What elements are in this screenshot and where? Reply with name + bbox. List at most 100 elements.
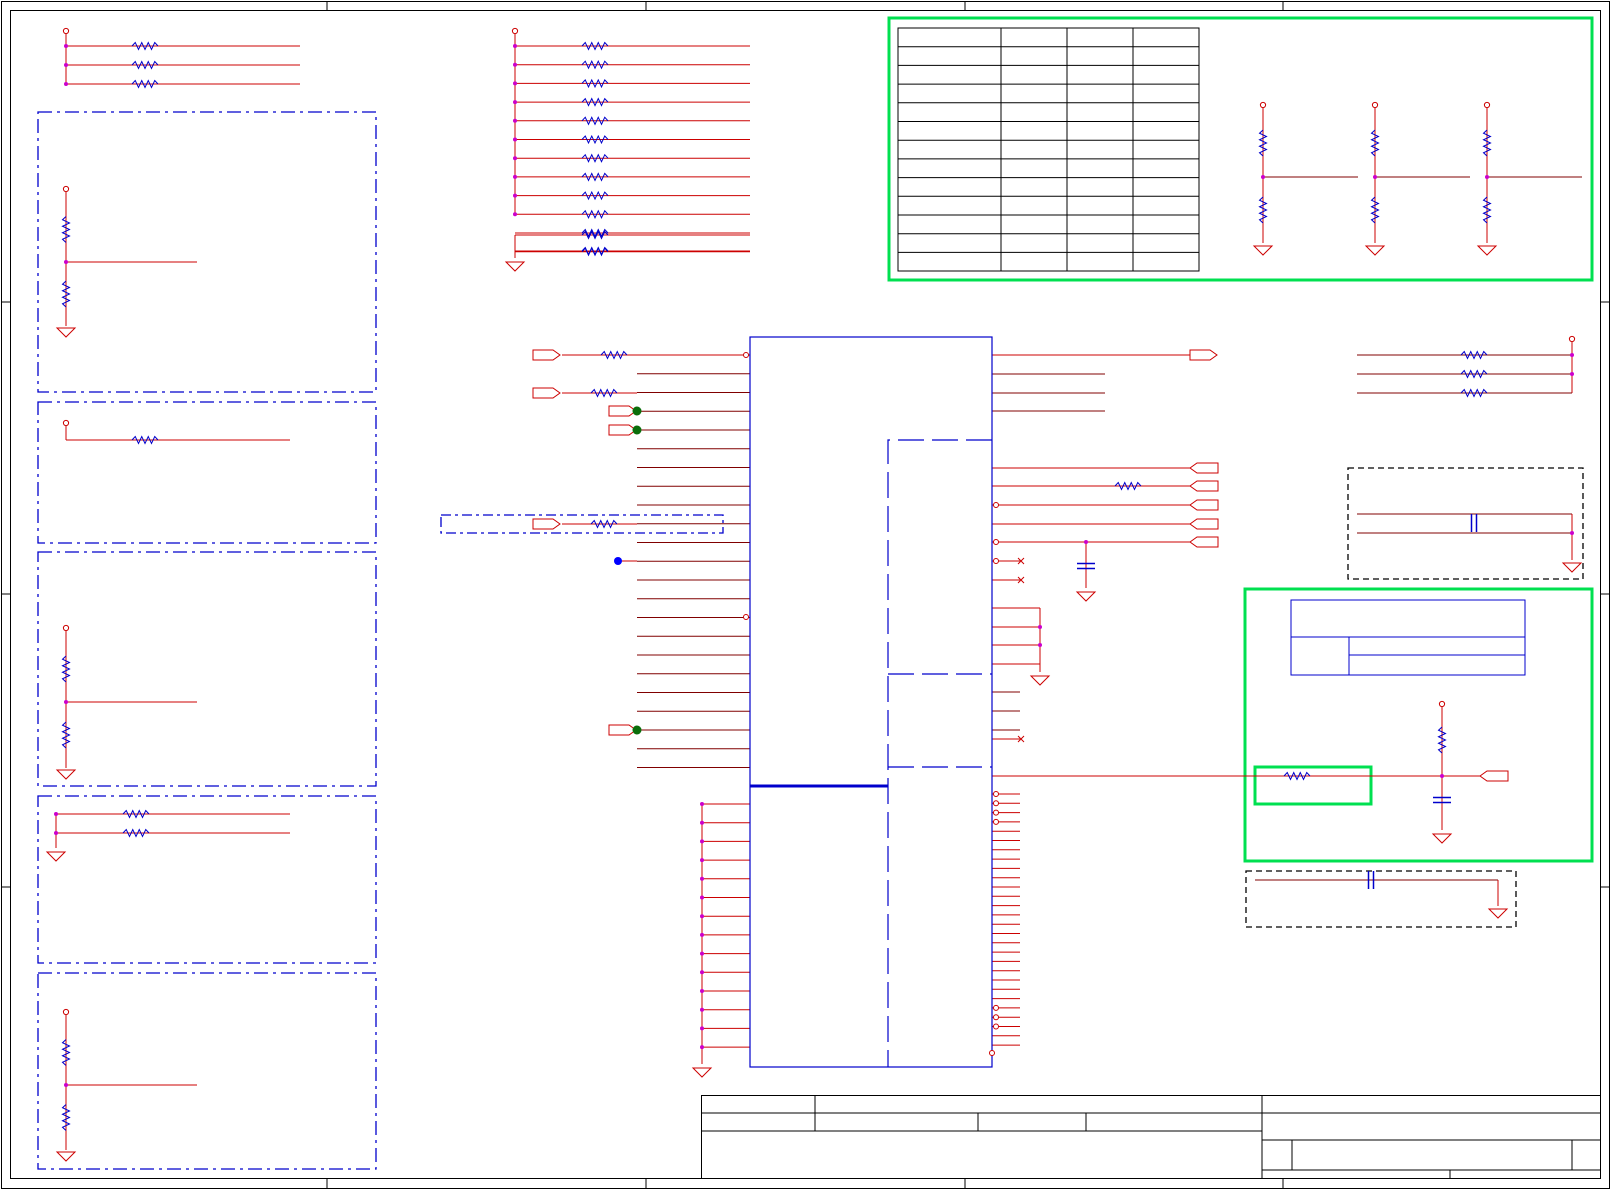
junction-dot: [700, 951, 704, 956]
power-port-icon: [62, 624, 70, 632]
off-page-connector-icon: [1189, 536, 1219, 548]
off-page-connector-icon: [608, 724, 637, 736]
junction-dot: [1485, 175, 1489, 179]
inverted-pin-icon: [993, 539, 999, 545]
ground-icon: [45, 851, 67, 862]
drawing-frame: [1, 1, 1610, 1189]
ground-icon: [691, 1067, 713, 1078]
junction-dot: [513, 212, 517, 217]
net-tie-icon: [632, 406, 642, 416]
net-tie-icon: [614, 557, 622, 565]
junction-dot: [64, 700, 68, 704]
power-port-icon: [1483, 101, 1491, 109]
off-page-connector-icon: [1479, 770, 1509, 782]
junction-dot: [700, 989, 704, 993]
ground-icon: [1476, 245, 1498, 256]
ground-icon: [504, 261, 526, 272]
junction-dot: [513, 174, 517, 179]
off-page-connector-icon: [532, 387, 561, 399]
junction-dot: [700, 895, 704, 900]
junction-dot: [700, 1007, 704, 1012]
junction-dot: [1570, 372, 1574, 376]
inverted-pin-icon: [993, 1023, 999, 1030]
power-port-icon: [1259, 101, 1267, 109]
highlight-box: [1253, 765, 1373, 806]
off-page-connector-icon: [1189, 349, 1218, 361]
junction-dot: [513, 118, 517, 123]
inverted-pin-icon: [993, 1004, 999, 1011]
junction-dot: [1373, 175, 1377, 179]
power-port-icon: [62, 419, 70, 427]
ground-icon: [55, 327, 77, 338]
junction-dot: [700, 858, 704, 863]
junction-dot: [1570, 531, 1574, 535]
ground-icon: [55, 1151, 77, 1162]
junction-dot: [1038, 625, 1042, 629]
junction-dot: [700, 970, 704, 975]
off-page-connector-icon: [1189, 499, 1219, 511]
off-page-connector-icon: [1189, 480, 1219, 492]
strap-block: [37, 795, 377, 964]
net-tie-icon: [632, 725, 642, 735]
cap-block: [1347, 467, 1584, 580]
ground-icon: [1252, 245, 1274, 256]
title-block: [701, 1095, 1601, 1179]
schematic-canvas: [1, 1, 1610, 1189]
inverted-pin-icon: [989, 1050, 995, 1056]
inverted-pin-icon: [993, 818, 999, 825]
cap-block: [1245, 870, 1517, 928]
junction-dot: [513, 193, 517, 198]
junction-dot: [700, 1045, 704, 1050]
power-port-icon: [62, 27, 70, 35]
ground-icon: [1075, 591, 1097, 602]
junction-dot: [700, 839, 704, 844]
strap-block: [37, 401, 377, 544]
power-port-icon: [511, 27, 519, 35]
junction-dot: [513, 81, 517, 86]
strap-table: [897, 27, 1200, 272]
ground-icon: [1431, 833, 1453, 844]
highlight-box: [1243, 587, 1594, 863]
off-page-connector-icon: [1189, 518, 1219, 530]
junction-dot: [64, 63, 68, 67]
off-page-connector-icon: [532, 518, 561, 530]
ground-icon: [1487, 908, 1509, 919]
junction-dot: [700, 1026, 704, 1031]
inverted-pin-icon: [993, 800, 999, 807]
strap-block: [37, 972, 377, 1170]
inverted-pin-icon: [993, 1014, 999, 1021]
ground-icon: [1364, 245, 1386, 256]
power-port-icon: [1438, 700, 1446, 708]
ground-icon: [55, 769, 77, 780]
junction-dot: [1084, 540, 1088, 544]
junction-dot: [513, 62, 517, 67]
junction-dot: [513, 137, 517, 142]
junction-dot: [513, 156, 517, 161]
junction-dot: [54, 812, 58, 816]
inverted-pin-icon: [993, 558, 999, 564]
junction-dot: [700, 876, 704, 881]
power-port-icon: [62, 1008, 70, 1016]
inverted-pin-icon: [993, 809, 999, 816]
ground-icon: [1561, 562, 1583, 573]
junction-dot: [1038, 643, 1042, 647]
strap-block: [37, 111, 377, 393]
inverted-pin-icon: [993, 502, 999, 508]
junction-dot: [64, 82, 68, 86]
inverted-pin-icon: [743, 614, 749, 620]
junction-dot: [1261, 175, 1265, 179]
inverted-pin-icon: [993, 791, 999, 797]
junction-dot: [64, 260, 68, 264]
net-tie-icon: [632, 425, 642, 435]
power-port-icon: [1371, 101, 1379, 109]
off-page-connector-icon: [1189, 462, 1219, 474]
off-page-connector-icon: [532, 349, 561, 361]
ground-icon: [1029, 675, 1051, 686]
junction-dot: [64, 44, 68, 48]
inverted-pin-icon: [743, 352, 749, 358]
off-page-connector-icon: [608, 405, 637, 417]
power-port-icon: [62, 185, 70, 193]
junction-dot: [64, 1083, 68, 1087]
junction-dot: [54, 831, 58, 835]
junction-dot: [1570, 353, 1574, 357]
